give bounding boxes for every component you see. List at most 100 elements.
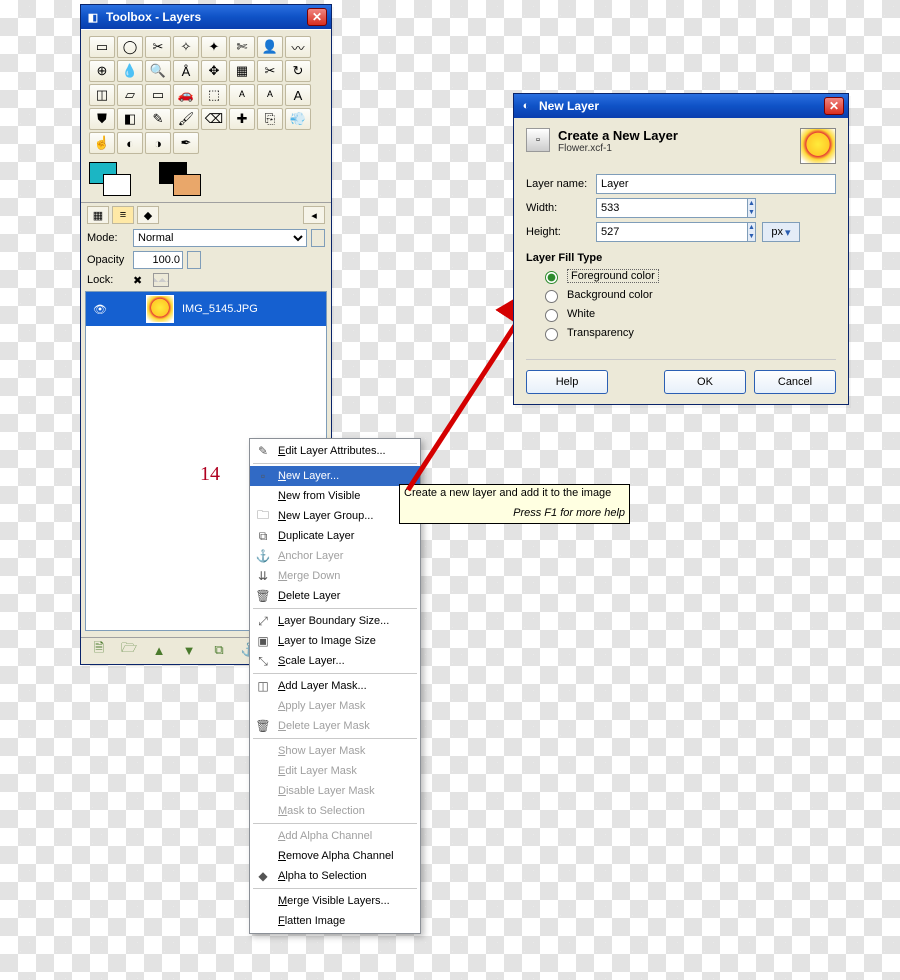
tool-color-picker[interactable]: ⊕ xyxy=(89,60,115,82)
ok-button[interactable]: OK xyxy=(664,370,746,394)
fill-radio[interactable] xyxy=(545,309,558,322)
tool-eyedropper[interactable]: 💧 xyxy=(117,60,143,82)
dialog-title: New Layer xyxy=(539,99,599,113)
menu-item-merge-visible-layers[interactable]: Merge Visible Layers... xyxy=(250,891,420,911)
menu-item-delete-layer[interactable]: 🗑Delete Layer xyxy=(250,586,420,606)
tool-free-select[interactable]: ✂ xyxy=(145,36,171,58)
close-icon[interactable]: ✕ xyxy=(307,8,327,26)
tool-align[interactable]: ▦ xyxy=(229,60,255,82)
width-spinner[interactable]: ▲▼ xyxy=(748,198,756,218)
tab-channels[interactable]: ◆ xyxy=(137,206,159,224)
tool-foreground-select[interactable]: 👤 xyxy=(257,36,283,58)
height-spinner[interactable]: ▲▼ xyxy=(748,222,756,242)
height-input[interactable] xyxy=(596,222,748,242)
menu-item-new-layer-group[interactable]: 🗀New Layer Group... xyxy=(250,506,420,526)
tool-blend[interactable]: ◧ xyxy=(117,108,143,130)
menu-item-alpha-to-selection[interactable]: ◆Alpha to Selection xyxy=(250,866,420,886)
tab-layers[interactable]: ≡ xyxy=(112,206,134,224)
layer-name-input[interactable] xyxy=(596,174,836,194)
tool-bucket[interactable]: ⛊ xyxy=(89,108,115,130)
menu-item-new-from-visible[interactable]: New from Visible xyxy=(250,486,420,506)
mode-select[interactable]: Normal xyxy=(133,229,307,247)
tool-perspective[interactable]: ▭ xyxy=(145,84,171,106)
brush-pattern-swatch[interactable] xyxy=(159,162,205,198)
down-layer-button[interactable]: ▼ xyxy=(181,642,197,658)
fg-bg-swatch[interactable] xyxy=(89,162,135,198)
duplicate-layer-button[interactable]: ⧉ xyxy=(211,642,227,658)
menu-item-icon: ⇊ xyxy=(254,568,272,584)
tool-clone[interactable]: ⎘ xyxy=(257,108,283,130)
layer-thumbnail[interactable] xyxy=(146,295,174,323)
tool-shear[interactable]: ▱ xyxy=(117,84,143,106)
tool-move[interactable]: ✥ xyxy=(201,60,227,82)
tool-by-color-select[interactable]: ✦ xyxy=(201,36,227,58)
tab-tool-options[interactable]: ▦ xyxy=(87,206,109,224)
dialog-titlebar[interactable]: ◐ New Layer ✕ xyxy=(514,94,848,118)
menu-item-scale-layer[interactable]: ⤡Scale Layer... xyxy=(250,651,420,671)
tool-fuzzy-select[interactable]: ✧ xyxy=(173,36,199,58)
eye-icon[interactable]: 👁 xyxy=(90,299,110,319)
opacity-input[interactable] xyxy=(133,251,183,269)
menu-item-layer-to-image-size[interactable]: ▣Layer to Image Size xyxy=(250,631,420,651)
help-button[interactable]: Help xyxy=(526,370,608,394)
fill-option-transparency[interactable]: Transparency xyxy=(540,325,836,341)
tool-ink[interactable]: ✒ xyxy=(173,132,199,154)
tool-text-a[interactable]: A xyxy=(285,84,311,106)
tool-scale[interactable]: ◫ xyxy=(89,84,115,106)
close-icon[interactable]: ✕ xyxy=(824,97,844,115)
tool-smudge[interactable]: ☝ xyxy=(89,132,115,154)
tool-paths[interactable]: 〰 xyxy=(285,36,311,58)
menu-item-layer-boundary-size[interactable]: ⤢Layer Boundary Size... xyxy=(250,611,420,631)
tool-eraser[interactable]: ⌫ xyxy=(201,108,227,130)
new-layer-dialog: ◐ New Layer ✕ ▫ Create a New Layer Flowe… xyxy=(513,93,849,405)
menu-item-edit-layer-attributes[interactable]: ✎Edit Layer Attributes... xyxy=(250,441,420,461)
tool-zoom[interactable]: 🔍 xyxy=(145,60,171,82)
menu-item-label: Show Layer Mask xyxy=(278,745,365,757)
lock-alpha-icon[interactable] xyxy=(153,273,169,287)
tool-crop[interactable]: ✂ xyxy=(257,60,283,82)
tool-dodge[interactable]: ◑ xyxy=(145,132,171,154)
menu-item-duplicate-layer[interactable]: ⧉Duplicate Layer xyxy=(250,526,420,546)
tool-heal[interactable]: ✚ xyxy=(229,108,255,130)
fill-option-foreground-color[interactable]: Foreground color xyxy=(540,268,836,284)
toolbox-titlebar[interactable]: ◧ Toolbox - Layers ✕ xyxy=(81,5,331,29)
fill-radio[interactable] xyxy=(545,290,558,303)
tool-text[interactable]: ᴬ xyxy=(229,84,255,106)
tool-measure[interactable]: Å xyxy=(173,60,199,82)
tool-rotate[interactable]: ↻ xyxy=(285,60,311,82)
menu-item-remove-alpha-channel[interactable]: Remove Alpha Channel xyxy=(250,846,420,866)
tool-pencil[interactable]: ✎ xyxy=(145,108,171,130)
up-layer-button[interactable]: ▲ xyxy=(151,642,167,658)
menu-item-add-layer-mask[interactable]: ◫Add Layer Mask... xyxy=(250,676,420,696)
new-layer-button[interactable]: 🗎 xyxy=(91,642,107,658)
layer-row[interactable]: 👁 IMG_5145.JPG xyxy=(86,292,326,326)
fill-option-background-color[interactable]: Background color xyxy=(540,287,836,303)
open-layer-button[interactable]: 🗁 xyxy=(121,642,137,658)
tool-flip[interactable]: 🚗 xyxy=(173,84,199,106)
width-input[interactable] xyxy=(596,198,748,218)
tool-text-bold[interactable]: ᴬ xyxy=(257,84,283,106)
menu-item-flatten-image[interactable]: Flatten Image xyxy=(250,911,420,931)
tool-cage[interactable]: ⬚ xyxy=(201,84,227,106)
tool-paintbrush[interactable]: 🖌 xyxy=(173,108,199,130)
unit-selector[interactable]: px▾ xyxy=(762,222,800,242)
menu-item-new-layer[interactable]: ▫New Layer... xyxy=(250,466,420,486)
opacity-spin[interactable] xyxy=(187,251,201,269)
tool-rect-select[interactable]: ▭ xyxy=(89,36,115,58)
menu-item-icon: ▣ xyxy=(254,633,272,649)
menu-item-label: Add Layer Mask... xyxy=(278,680,367,692)
fill-radio[interactable] xyxy=(545,271,558,284)
tool-blur[interactable]: ◐ xyxy=(117,132,143,154)
fill-option-white[interactable]: White xyxy=(540,306,836,322)
tab-menu-icon[interactable]: ◂ xyxy=(303,206,325,224)
tool-airbrush[interactable]: 💨 xyxy=(285,108,311,130)
layer-name[interactable]: IMG_5145.JPG xyxy=(182,303,258,315)
menu-item-icon xyxy=(254,893,272,909)
tool-ellipse-select[interactable]: ◯ xyxy=(117,36,143,58)
menu-item-add-alpha-channel: Add Alpha Channel xyxy=(250,826,420,846)
tool-scissors[interactable]: ✄ xyxy=(229,36,255,58)
lock-brush-icon[interactable]: ✖ xyxy=(133,274,142,287)
cancel-button[interactable]: Cancel xyxy=(754,370,836,394)
mode-spin[interactable] xyxy=(311,229,325,247)
fill-radio[interactable] xyxy=(545,328,558,341)
